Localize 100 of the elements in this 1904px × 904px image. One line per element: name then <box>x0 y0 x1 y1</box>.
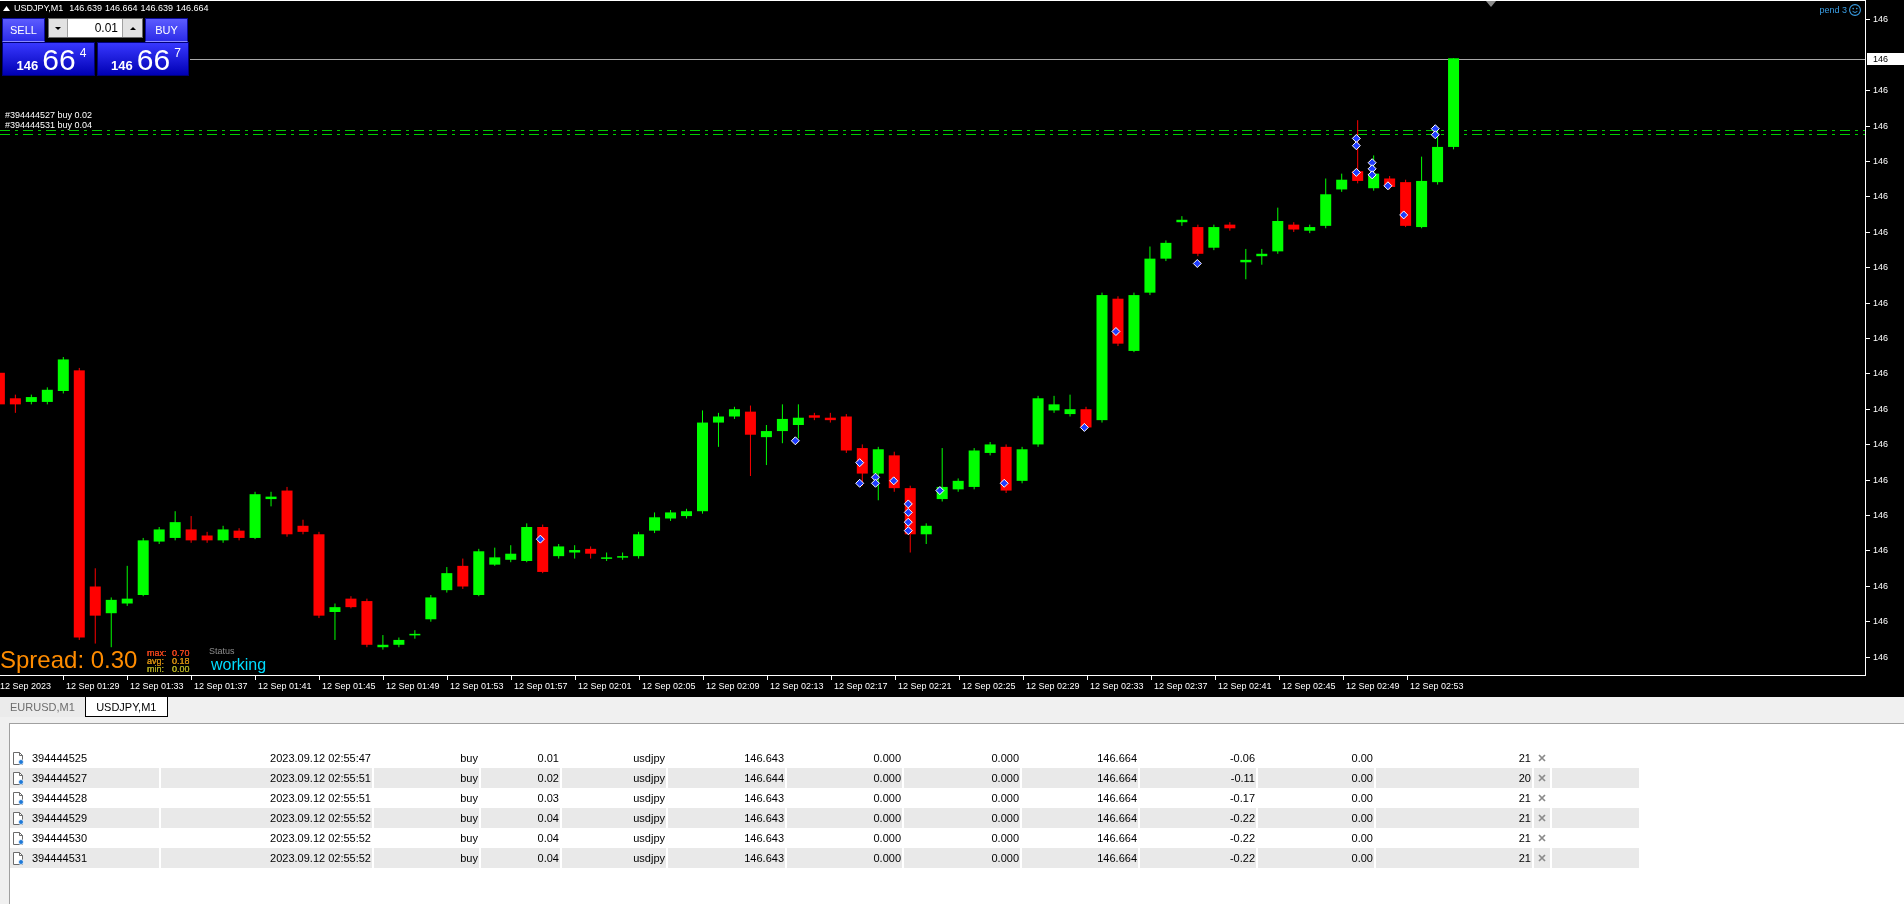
diamond-marker-icon <box>1430 130 1440 140</box>
close-icon[interactable] <box>1538 794 1546 802</box>
price-digits: 66 <box>136 45 171 75</box>
indicator-label: pend 3 <box>1819 4 1847 16</box>
price-prefix: 146 <box>16 59 39 72</box>
price-label: 146 <box>1873 156 1890 166</box>
diamond-marker-icon <box>535 534 545 544</box>
document-icon <box>13 771 24 785</box>
time-label: 12 Sep 02:33 <box>1089 681 1144 691</box>
time-label: 12 Sep 01:53 <box>449 681 504 691</box>
table-cell-text: 394444528 <box>32 791 88 806</box>
candlestick <box>345 595 357 609</box>
spread-stat: avg: 0.18 <box>147 657 190 665</box>
ohlc-price: 146.664 <box>176 3 209 14</box>
order-row[interactable]: 394444527 2023.09.12 02:55:51 buy 0.02 usdjpy 146.644 0.000 0.000 146.664 -0.11 0.00 20 <box>10 768 1639 788</box>
order-row[interactable]: 394444531 2023.09.12 02:55:52 buy 0.04 usdjpy 146.643 0.000 0.000 146.664 -0.22 0.00 21 <box>10 848 1639 868</box>
candlestick <box>840 413 852 454</box>
candlestick <box>329 603 341 641</box>
candlestick <box>473 548 485 597</box>
diamond-marker-icon <box>999 478 1009 488</box>
price-label: 146 <box>1873 403 1890 414</box>
up-triangle-icon <box>3 6 10 11</box>
candlestick <box>121 565 133 607</box>
close-icon[interactable] <box>1538 814 1546 822</box>
diamond-marker-icon <box>903 499 913 509</box>
price-pip: 4 <box>79 47 87 59</box>
buy-button[interactable]: BUY <box>145 18 188 42</box>
price-label: 146 <box>1873 474 1890 485</box>
status-value: working <box>211 656 267 673</box>
document-icon <box>13 791 24 805</box>
price-digits: 66 <box>42 45 76 75</box>
table-cell: usdjpy <box>562 848 668 868</box>
candlestick <box>617 552 629 561</box>
candlestick <box>1032 395 1044 448</box>
candlestick <box>665 509 677 522</box>
price-label: 146 <box>1873 297 1890 308</box>
diamond-marker-icon <box>1351 167 1361 177</box>
candlestick <box>728 406 740 420</box>
candlestick <box>633 531 645 560</box>
diamond-marker-icon <box>871 478 880 488</box>
candlestick <box>537 524 549 574</box>
table-cell-text: 394444530 <box>32 831 88 846</box>
diamond-marker-icon <box>1399 210 1409 220</box>
candlestick <box>1336 173 1348 193</box>
price-prefix: 146 <box>111 59 133 72</box>
candlestick <box>1176 215 1188 227</box>
price-label: 146 <box>1873 333 1890 343</box>
candlestick <box>233 527 245 541</box>
price-label: 146 <box>1873 262 1890 273</box>
time-label: 12 Sep 01:33 <box>129 681 184 691</box>
diamond-marker-icon <box>903 526 913 536</box>
lot-up-button[interactable] <box>122 19 142 37</box>
table-cell: 0.000 <box>904 848 1022 868</box>
time-label: 12 Sep 01:45 <box>321 681 376 691</box>
price-label: 146 <box>1873 85 1890 96</box>
lot-down-button[interactable] <box>49 19 68 37</box>
spread-stat: min: 0.00 <box>147 665 190 673</box>
time-label: 12 Sep 02:53 <box>1409 681 1464 691</box>
diamond-marker-icon <box>1351 133 1361 143</box>
order-label: #394444527 buy 0.02 <box>5 111 93 120</box>
lot-control[interactable]: 0.01 <box>48 18 143 38</box>
candlestick <box>1016 446 1028 484</box>
ohlc-price: 146.639 <box>140 3 173 14</box>
document-icon <box>13 851 24 865</box>
document-icon <box>13 811 24 825</box>
up-triangle-icon <box>129 26 136 30</box>
time-label: 12 Sep 02:41 <box>1217 681 1272 691</box>
candlestick <box>824 412 836 424</box>
candlestick <box>281 486 293 538</box>
order-label: #394444531 buy 0.04 <box>5 121 93 130</box>
candlestick <box>1304 224 1316 234</box>
diamond-marker-icon <box>1383 181 1393 191</box>
price-label: 146 <box>1873 191 1890 202</box>
candlestick <box>1208 224 1220 251</box>
sell-button[interactable]: SELL <box>2 18 45 42</box>
chart-tab[interactable]: USDJPY,M1 <box>84 697 168 717</box>
time-label: 12 Sep 2023 <box>0 681 52 691</box>
ohlc-price: 146.639 <box>69 3 102 14</box>
candlestick <box>425 594 437 623</box>
close-icon[interactable] <box>1538 774 1546 782</box>
time-label: 12 Sep 02:49 <box>1345 681 1400 691</box>
chart-tab[interactable]: EURUSD,M1 <box>0 697 85 717</box>
candlestick <box>153 526 165 545</box>
time-label: 12 Sep 02:45 <box>1281 681 1336 691</box>
candlestick <box>1256 248 1268 266</box>
price-label: 146 <box>1873 651 1890 662</box>
candlestick <box>57 356 69 394</box>
close-icon[interactable] <box>1538 834 1546 842</box>
table-cell: 0.000 <box>787 848 904 868</box>
ohlc-price: 146.664 <box>104 3 138 14</box>
candlestick <box>1240 248 1252 280</box>
candlestick <box>249 491 261 540</box>
diamond-marker-icon <box>1111 327 1121 336</box>
candlestick <box>1288 221 1300 233</box>
diamond-marker-icon <box>871 472 880 482</box>
close-icon[interactable] <box>1538 754 1546 762</box>
candlestick <box>185 515 197 544</box>
price-label: 146 <box>1873 580 1890 591</box>
close-icon[interactable] <box>1538 854 1546 862</box>
order-row[interactable]: 394444529 2023.09.12 02:55:52 buy 0.04 usdjpy 146.643 0.000 0.000 146.664 -0.22 0.00 21 <box>10 808 1639 828</box>
